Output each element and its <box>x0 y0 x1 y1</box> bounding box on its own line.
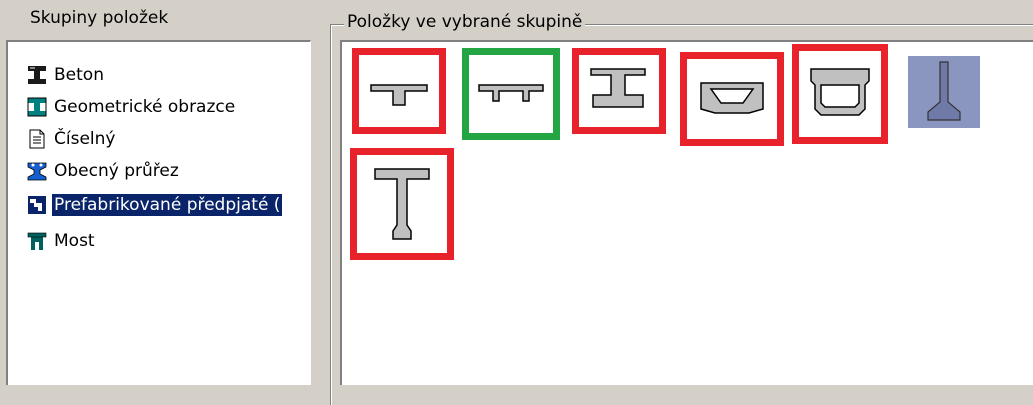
inverted-t-icon <box>927 61 961 121</box>
box-girder-section[interactable] <box>792 44 888 144</box>
i-beam-icon <box>590 68 646 108</box>
t-beam-icon <box>370 84 428 106</box>
tree-item-label: Most <box>54 231 95 251</box>
geometric-icon <box>26 96 48 118</box>
trapezoid-box-icon <box>700 82 764 114</box>
tree-item-geometric[interactable]: Geometrické obrazce <box>26 94 237 120</box>
bridge-icon <box>26 230 48 252</box>
box-girder-icon <box>810 68 870 116</box>
inverted-t-section[interactable] <box>908 56 980 128</box>
tree-item-general-section[interactable]: Obecný průřez <box>26 158 181 184</box>
t-beam-section[interactable] <box>352 48 446 134</box>
groups-tree[interactable]: Beton Geometrické obrazce Číselný Obecný… <box>6 40 311 385</box>
tree-item-label: Prefabrikované předpjaté ( <box>52 194 283 216</box>
double-t-section[interactable] <box>462 48 560 140</box>
general-section-icon <box>26 160 48 182</box>
tree-item-prefab-prestressed[interactable]: Prefabrikované předpjaté ( <box>26 192 283 218</box>
tree-item-numeric[interactable]: Číselný <box>26 126 117 152</box>
tall-i-beam-section[interactable] <box>350 148 454 260</box>
beton-icon <box>26 64 48 86</box>
i-beam-section[interactable] <box>572 48 666 134</box>
document-icon <box>26 128 48 150</box>
items-gallery[interactable] <box>340 40 1033 385</box>
tree-item-beton[interactable]: Beton <box>26 62 106 88</box>
double-t-icon <box>478 84 544 102</box>
tree-item-label: Beton <box>54 65 104 85</box>
groups-title: Skupiny položek <box>30 8 169 28</box>
prefab-icon <box>26 194 48 216</box>
tree-item-label: Obecný průřez <box>54 161 179 181</box>
trapezoid-box-section[interactable] <box>680 52 784 146</box>
tall-i-beam-icon <box>374 168 430 240</box>
items-title: Položky ve vybrané skupině <box>344 12 586 32</box>
tree-item-bridge[interactable]: Most <box>26 228 97 254</box>
tree-item-label: Číselný <box>54 129 116 149</box>
tree-item-label: Geometrické obrazce <box>54 97 236 117</box>
